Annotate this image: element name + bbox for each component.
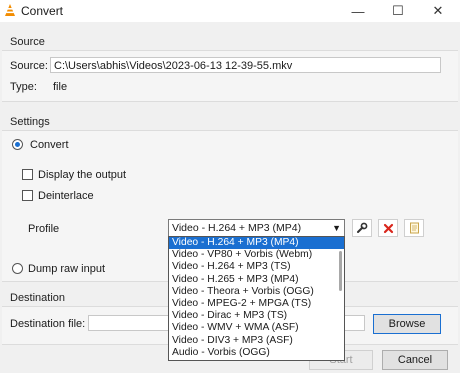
convert-radio[interactable]	[12, 139, 23, 150]
profile-option[interactable]: Video - Dirac + MP3 (TS)	[169, 310, 344, 322]
cancel-button[interactable]: Cancel	[382, 350, 448, 370]
profile-select[interactable]: Video - H.264 + MP3 (MP4) ▼	[168, 219, 345, 237]
edit-profile-button[interactable]	[352, 219, 372, 237]
window-title: Convert	[21, 4, 64, 18]
maximize-icon[interactable]: ☐	[376, 0, 420, 22]
browse-button[interactable]: Browse	[373, 314, 441, 334]
profile-selected-value: Video - H.264 + MP3 (MP4)	[172, 222, 302, 234]
profile-dropdown-list[interactable]: Video - H.264 + MP3 (MP4) Video - VP80 +…	[168, 236, 345, 361]
destination-section-label: Destination	[10, 292, 66, 304]
profile-option[interactable]: Video - MPEG-2 + MPGA (TS)	[169, 298, 344, 310]
dump-raw-radio[interactable]	[12, 263, 23, 274]
deinterlace-label: Deinterlace	[38, 190, 94, 202]
display-output-checkbox[interactable]	[22, 169, 33, 180]
convert-label: Convert	[30, 139, 69, 151]
settings-section-label: Settings	[10, 116, 50, 128]
vlc-cone-icon	[5, 4, 15, 16]
delete-profile-button[interactable]	[378, 219, 398, 237]
type-label: Type:	[10, 81, 37, 93]
profile-option[interactable]: Audio - Vorbis (OGG)	[169, 347, 344, 359]
profile-option[interactable]: Video - Theora + Vorbis (OGG)	[169, 286, 344, 298]
profile-option[interactable]: Video - DIV3 + MP3 (ASF)	[169, 335, 344, 347]
close-icon[interactable]: ✕	[416, 0, 460, 22]
new-profile-button[interactable]	[404, 219, 424, 237]
source-path-field[interactable]: C:\Users\abhis\Videos\2023-06-13 12-39-5…	[50, 57, 441, 73]
dump-raw-label: Dump raw input	[28, 263, 106, 275]
dropdown-scrollbar[interactable]	[339, 251, 342, 291]
source-label: Source:	[10, 60, 48, 72]
minimize-icon[interactable]: —	[336, 0, 380, 22]
profile-option[interactable]: Video - WMV + WMA (ASF)	[169, 322, 344, 334]
destination-file-label: Destination file:	[10, 318, 86, 330]
profile-option[interactable]: Video - H.264 + MP3 (MP4)	[169, 237, 344, 250]
profile-option[interactable]: Video - VP80 + Vorbis (Webm)	[169, 249, 344, 261]
chevron-down-icon: ▼	[332, 223, 341, 233]
profile-option[interactable]: Video - H.265 + MP3 (MP4)	[169, 274, 344, 286]
wrench-icon	[357, 222, 368, 233]
display-output-label: Display the output	[38, 169, 127, 181]
red-x-icon	[383, 223, 393, 233]
profile-label: Profile	[28, 223, 60, 235]
type-value: file	[53, 81, 68, 93]
new-profile-icon	[409, 222, 419, 234]
title-bar: Convert — ☐ ✕	[0, 0, 460, 22]
profile-option[interactable]: Video - H.264 + MP3 (TS)	[169, 261, 344, 273]
deinterlace-checkbox[interactable]	[22, 190, 33, 201]
source-section-label: Source	[10, 36, 45, 48]
